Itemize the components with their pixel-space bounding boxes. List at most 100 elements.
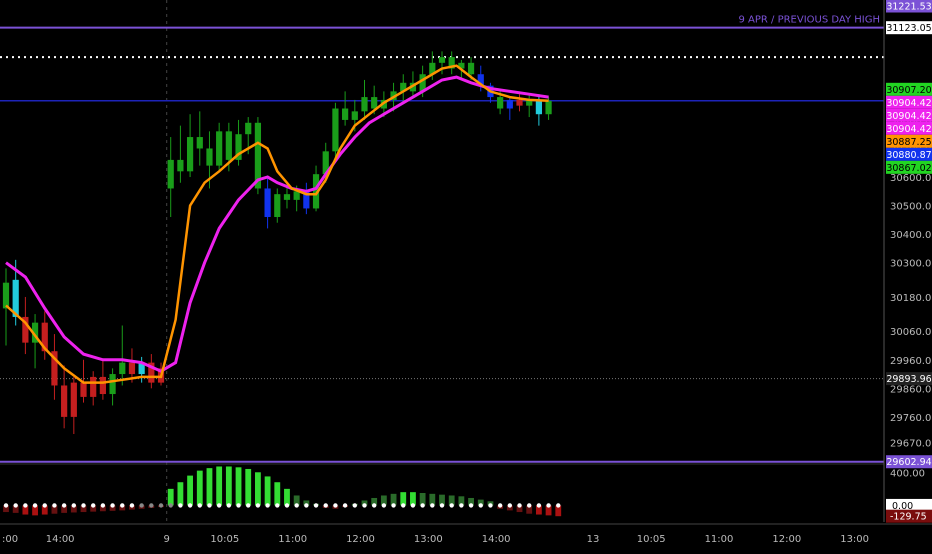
price-tick-label: 29860.00 (890, 384, 932, 395)
oscillator-bar (274, 482, 281, 506)
time-axis: :00 14:00 9 10:05 11:00 12:00 13:00 14:00 13 10:0… (0, 523, 932, 545)
oscillator-dot (401, 503, 406, 508)
time-tick-label: 9 (164, 534, 170, 545)
price-tick-label: 30600.00 (890, 173, 932, 184)
oscillator-bar (235, 467, 242, 506)
price-badge-label: 30887.25 (886, 137, 931, 148)
candle-body (245, 122, 252, 135)
candle-body (70, 382, 77, 417)
oscillator-dot (420, 503, 425, 508)
candle-body (128, 362, 136, 375)
candle-body (371, 97, 378, 109)
price-tick-label: 30400.00 (890, 230, 932, 241)
oscillator-dot (536, 503, 542, 508)
oscillator-bar (245, 468, 252, 506)
oscillator-dot (226, 503, 232, 508)
oscillator-dot (23, 503, 28, 508)
oscillator-dot (255, 503, 261, 508)
oscillator-dot (100, 503, 106, 508)
candle-body (206, 148, 213, 166)
price-tick-label: 30500.00 (890, 202, 932, 213)
oscillator-dot (342, 503, 348, 508)
oscillator-dot (410, 503, 416, 508)
oscillator-dot (546, 503, 551, 508)
oscillator-dot (507, 503, 513, 508)
price-badge-label: 31221.53 (886, 2, 931, 13)
oscillator-panel (0, 463, 884, 517)
time-tick-label: 14:00 (46, 534, 75, 545)
price-tick-label: 30300.00 (890, 259, 932, 270)
candle-body (99, 376, 106, 395)
oscillator-dot (430, 503, 435, 508)
time-tick-label: 14:00 (482, 534, 511, 545)
price-tick-label: 29960.00 (890, 356, 932, 367)
candle-body (342, 108, 349, 120)
candle-body (80, 382, 87, 397)
price-badge-label: 29893.96 (886, 374, 931, 385)
oscillator-dot (168, 503, 173, 508)
price-badge-label: 30904.42 (886, 98, 931, 109)
oscillator-dot (178, 503, 183, 508)
oscillator-dot (284, 503, 290, 508)
oscillator-dot (449, 503, 454, 508)
oscillator-dot (304, 503, 309, 508)
candle-body (467, 62, 475, 75)
osc-tick-label: 400.00 (890, 468, 925, 479)
oscillator-bar (264, 476, 271, 506)
price-badge-label: 29602.94 (886, 457, 931, 468)
oscillator-bar (225, 466, 232, 506)
time-tick-label: :00 (2, 534, 18, 545)
time-tick-label: 13 (587, 534, 600, 545)
price-tick-label: 29670.00 (890, 439, 932, 450)
candle-body (177, 159, 184, 172)
oscillator-bar (177, 482, 184, 506)
oscillator-dot (275, 503, 280, 508)
oscillator-bar (167, 488, 174, 506)
candle-body (109, 374, 116, 395)
candle-body (216, 131, 223, 166)
time-tick-label: 12:00 (346, 534, 375, 545)
oscillator-dot (246, 503, 251, 508)
candle-body (332, 108, 339, 152)
oscillator-dot (468, 503, 474, 508)
osc-last-label: -129.75 (890, 512, 927, 523)
candle-body (497, 97, 504, 109)
candle-body (2, 282, 10, 309)
oscillator-dot (3, 503, 9, 508)
oscillator-dot (207, 503, 212, 508)
oscillator-dot (497, 503, 503, 508)
oscillator-dot (478, 503, 483, 508)
ma-slow-line (5, 75, 549, 373)
oscillator-dot (110, 503, 115, 508)
oscillator-bar (255, 472, 261, 506)
oscillator-dot (381, 503, 387, 508)
oscillator-dot (32, 503, 38, 508)
price-badge-label: 31123.05 (886, 23, 931, 34)
oscillator-dot (120, 503, 125, 508)
oscillator-dot (333, 503, 338, 508)
oscillator-dot (352, 503, 357, 508)
oscillator-dot (362, 503, 367, 508)
price-badge-label: 30904.42 (886, 111, 931, 122)
oscillator-dot (439, 503, 445, 508)
time-tick-label: 11:00 (705, 534, 734, 545)
price-badge-label: 30867.02 (886, 163, 931, 174)
candle-body (361, 97, 368, 112)
candle-body (196, 137, 203, 149)
oscillator-dot (129, 503, 135, 508)
candle-body (293, 191, 300, 200)
oscillator-bar (206, 468, 213, 506)
oscillator-bar (284, 488, 290, 506)
oscillator-dot (216, 503, 222, 508)
oscillator-dot (149, 503, 154, 508)
price-badge-label: 30880.87 (886, 150, 931, 161)
candle-body (535, 99, 542, 115)
candle-body (516, 99, 523, 106)
oscillator-dot (42, 503, 47, 508)
oscillator-dot (236, 503, 241, 508)
candle-body (545, 100, 552, 115)
candle-body (61, 385, 68, 417)
candles (2, 51, 552, 435)
oscillator-bar (196, 470, 203, 506)
oscillator-dot (313, 503, 319, 508)
